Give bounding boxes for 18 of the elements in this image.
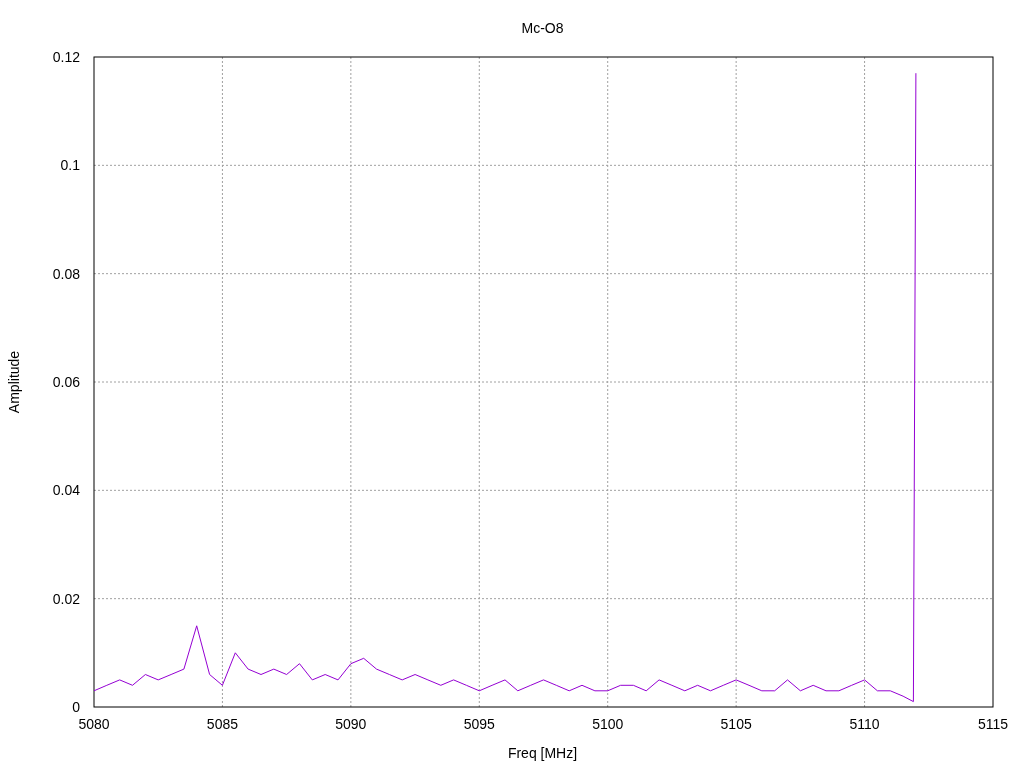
- y-axis-title: Amplitude: [6, 350, 22, 414]
- x-tick-label: 5100: [592, 716, 624, 732]
- x-tick-label: 5095: [463, 716, 495, 732]
- x-axis-title: Freq [MHz]: [507, 745, 578, 761]
- x-tick-label: 5115: [977, 716, 1009, 732]
- x-tick-label: 5085: [206, 716, 238, 732]
- x-tick-label: 5105: [720, 716, 752, 732]
- y-tick-label: 0.06: [52, 374, 80, 390]
- y-tick-label: 0: [72, 699, 80, 715]
- y-tick-label: 0.02: [52, 590, 80, 607]
- y-tick-label: 0.12: [52, 49, 80, 65]
- y-tick-label: 0.04: [52, 482, 80, 499]
- x-tick-label: 5090: [335, 716, 367, 732]
- y-tick-label: 0.1: [60, 157, 80, 174]
- x-tick-label: 5080: [78, 716, 110, 732]
- x-tick-label: 5110: [849, 716, 880, 732]
- y-tick-label: 0.08: [52, 265, 80, 282]
- chart-title: Mc-O8: [521, 20, 564, 36]
